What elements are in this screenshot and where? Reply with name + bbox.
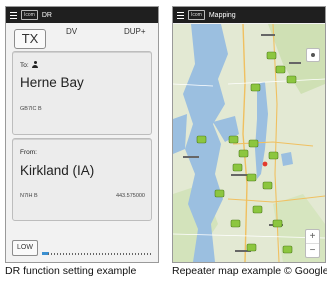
app-titlebar: Icom Mapping: [173, 7, 325, 23]
from-frequency: 443.575000: [115, 193, 145, 199]
from-label: From:: [20, 149, 37, 156]
repeater-pin-icon: [286, 75, 297, 84]
repeater-pin-icon: [268, 151, 279, 160]
dr-screen: Icom DR TX DV DUP+ To: Herne Bay GB7IC B…: [5, 6, 159, 263]
current-location-marker: [262, 161, 268, 167]
repeater-pin-icon: [282, 245, 293, 254]
repeater-pin-icon: [262, 181, 273, 190]
icom-logo: Icom: [188, 10, 205, 20]
repeater-pin-icon: [272, 219, 283, 228]
from-callsign: N7IH B: [20, 193, 38, 199]
map-canvas: [173, 24, 325, 262]
mode-row: TX DV DUP+: [6, 26, 158, 49]
repeater-pin-icon: [238, 149, 249, 158]
power-level-button[interactable]: LOW: [12, 240, 38, 256]
mode-indicator: DV: [66, 27, 78, 36]
from-repeater-card[interactable]: From: Kirkland (IA) N7IH B 443.575000: [12, 138, 152, 221]
repeater-pin-icon: [230, 219, 241, 228]
repeater-pin-icon: [232, 163, 243, 172]
zoom-out-button[interactable]: −: [306, 244, 319, 257]
caption-dr: DR function setting example: [5, 265, 137, 277]
repeater-pin-icon: [228, 135, 239, 144]
screen-title: Mapping: [208, 11, 236, 19]
repeater-pin-icon: [214, 189, 225, 198]
repeater-pin-icon: [196, 135, 207, 144]
to-label-row: To:: [20, 61, 39, 69]
repeater-pin-icon: [250, 83, 261, 92]
menu-icon[interactable]: [177, 11, 184, 19]
repeater-pin-icon: [248, 139, 259, 148]
signal-meter-scale: [48, 253, 152, 255]
duplex-indicator: DUP+: [124, 27, 146, 36]
zoom-controls: + −: [305, 229, 320, 258]
to-repeater-card[interactable]: To: Herne Bay GB7IC B: [12, 51, 152, 135]
repeater-pin-icon: [246, 173, 257, 182]
repeater-pin-icon: [275, 65, 286, 74]
icom-logo: Icom: [21, 10, 38, 20]
map-screen: Icom Mapping + −: [172, 6, 326, 263]
repeater-pin-icon: [266, 51, 277, 60]
menu-icon[interactable]: [10, 11, 17, 19]
caption-map: Repeater map example © Google: [172, 265, 327, 277]
repeater-map[interactable]: + −: [173, 24, 325, 262]
locate-icon: [311, 53, 315, 57]
from-repeater-name: Kirkland (IA): [20, 163, 95, 178]
user-icon: [32, 61, 39, 68]
screen-title: DR: [41, 11, 52, 19]
repeater-pin-icon: [246, 243, 257, 252]
app-titlebar: Icom DR: [6, 7, 158, 23]
my-location-button[interactable]: [306, 48, 320, 62]
tx-button[interactable]: TX: [14, 29, 46, 49]
repeater-pin-icon: [252, 205, 263, 214]
signal-meter: [42, 245, 152, 255]
to-label: To:: [20, 62, 29, 69]
to-callsign: GB7IC B: [20, 106, 42, 112]
zoom-in-button[interactable]: +: [306, 230, 319, 244]
to-repeater-name: Herne Bay: [20, 75, 84, 90]
